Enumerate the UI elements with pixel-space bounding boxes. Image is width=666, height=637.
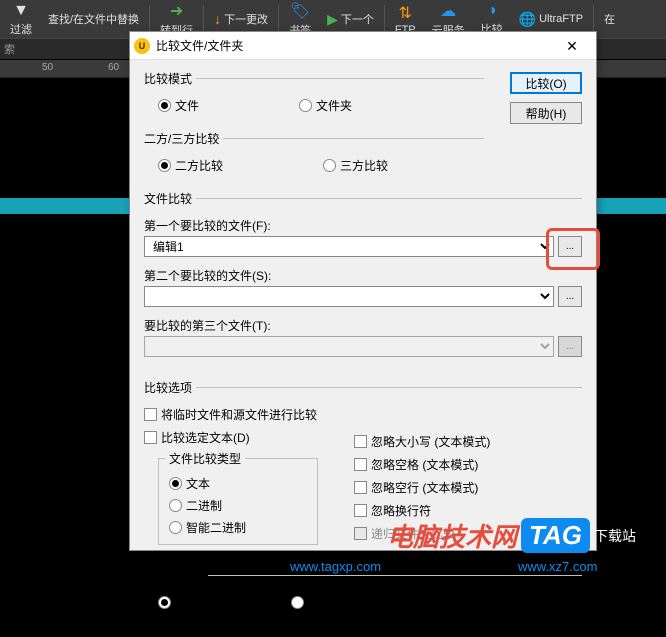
help-button[interactable]: 帮助(H) [510, 102, 582, 124]
two-way-radio[interactable]: 二方比较 [158, 157, 223, 174]
compare-icon: ◑ [487, 2, 497, 20]
file3-combo [144, 336, 554, 357]
ultraftp-icon: 🌐 [519, 11, 536, 28]
close-button[interactable]: ✕ [552, 33, 592, 59]
app-icon: U [134, 38, 150, 54]
file3-browse-button: ... [558, 336, 582, 357]
goto-icon: ➜ [170, 1, 183, 21]
type-text-radio[interactable]: 文本 [169, 475, 307, 492]
temp-source-checkbox[interactable]: 将临时文件和源文件进行比较 [144, 406, 582, 423]
way-legend: 二方/三方比较 [140, 130, 223, 147]
ftp-icon: ⇅ [399, 3, 412, 23]
type-binary-radio[interactable]: 二进制 [169, 497, 307, 514]
tiling-legend: 编辑器平铺 [140, 567, 208, 584]
selected-text-checkbox[interactable]: 比较选定文本(D) [144, 429, 354, 446]
compare-button[interactable]: 比较(O) [510, 72, 582, 94]
way-group: 二方/三方比较 二方比较 三方比较 [144, 130, 484, 184]
file2-combo[interactable] [144, 286, 554, 307]
file3-label: 要比较的第三个文件(T): [144, 317, 582, 334]
file2-browse-button[interactable]: ... [558, 286, 582, 307]
ignore-blank-checkbox[interactable]: 忽略空行 (文本模式) [354, 479, 490, 496]
compare-dialog: U 比较文件/文件夹 ✕ 比较(O) 帮助(H) 比较模式 文件 文件夹 二方/… [129, 31, 597, 551]
ignore-space-checkbox[interactable]: 忽略空格 (文本模式) [354, 456, 490, 473]
file-type-group: 文件比较类型 文本 二进制 智能二进制 [158, 450, 318, 545]
watermark: 电脑技术网 TAG 下载站 [387, 517, 636, 554]
file1-combo[interactable]: 编辑1 [144, 236, 554, 257]
type-smart-binary-radio[interactable]: 智能二进制 [169, 519, 307, 536]
file1-label: 第一个要比较的文件(F): [144, 217, 582, 234]
toolbar-in[interactable]: 在 [596, 0, 623, 38]
three-way-radio[interactable]: 三方比较 [323, 157, 388, 174]
bookmark-icon: 🏷 [290, 1, 310, 21]
filter-icon: ▼ [13, 2, 29, 20]
file-type-legend: 文件比较类型 [165, 450, 245, 467]
compare-mode-legend: 比较模式 [140, 70, 196, 87]
file-compare-group: 文件比较 第一个要比较的文件(F): 编辑1 ... 第二个要比较的文件(S):… [144, 190, 582, 365]
tiling-group: 编辑器平铺 无平铺 垂 [144, 567, 582, 621]
toolbar-filter[interactable]: ▼ 过滤 [2, 0, 40, 38]
dialog-titlebar[interactable]: U 比较文件/文件夹 ✕ [130, 32, 596, 60]
watermark-url1: www.tagxp.com [290, 559, 381, 574]
tiling-vertical-radio[interactable]: 垂 [291, 594, 320, 611]
dialog-title: 比较文件/文件夹 [156, 37, 552, 54]
next-icon: ▶ [327, 11, 338, 28]
mode-folder-radio[interactable]: 文件夹 [299, 97, 352, 114]
compare-mode-group: 比较模式 文件 文件夹 [144, 70, 484, 124]
next-change-icon: ↓ [214, 11, 221, 27]
tiling-none-radio[interactable]: 无平铺 [158, 594, 211, 611]
file2-label: 第二个要比较的文件(S): [144, 267, 582, 284]
watermark-url2: www.xz7.com [518, 559, 597, 574]
mode-file-radio[interactable]: 文件 [158, 97, 199, 114]
file-compare-legend: 文件比较 [140, 190, 196, 207]
file1-browse-button[interactable]: ... [558, 236, 582, 257]
cloud-icon: ☁ [440, 1, 456, 21]
ignore-case-checkbox[interactable]: 忽略大小写 (文本模式) [354, 433, 490, 450]
compare-options-legend: 比较选项 [140, 379, 196, 396]
